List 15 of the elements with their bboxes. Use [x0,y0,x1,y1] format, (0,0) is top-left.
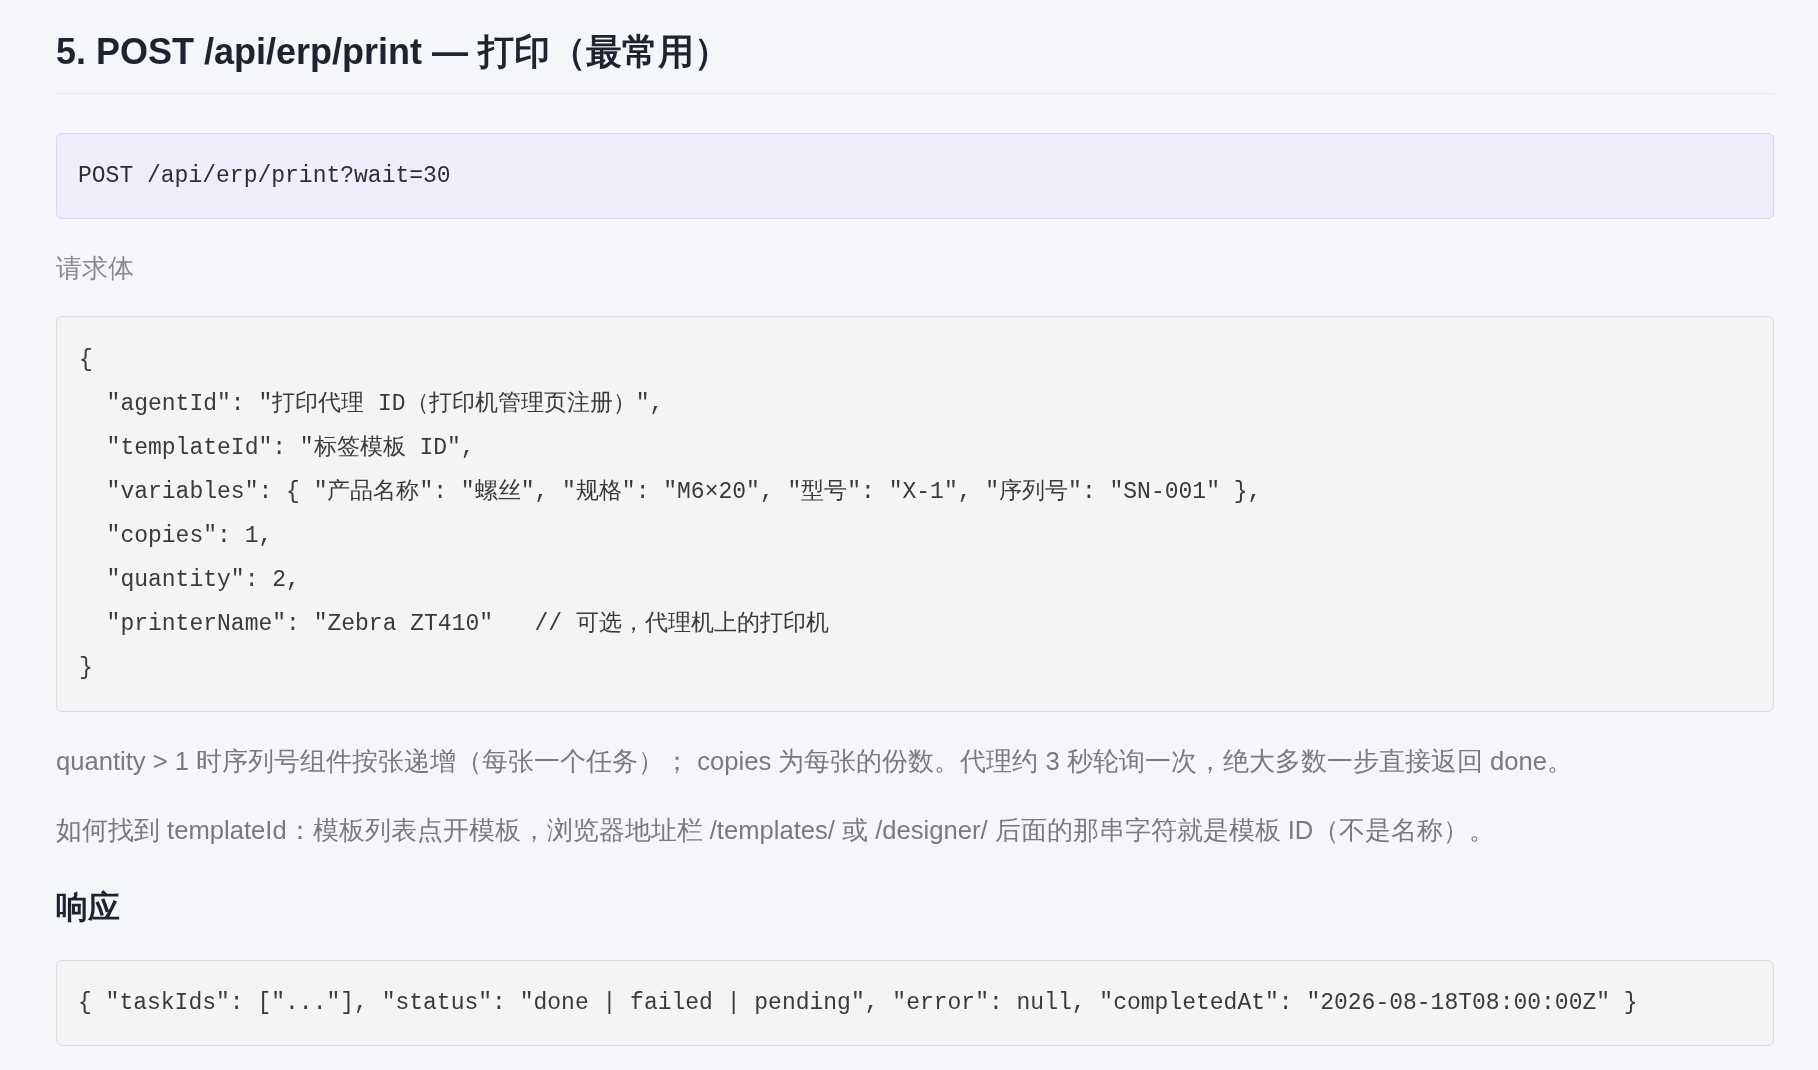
note-paragraph: quantity > 1 时序列号组件按张递增（每张一个任务）； copies 为每张的份数。代理约 3 秒轮询一次，绝大多数一步直接返回 done。 [56,746,1574,777]
endpoint-code: POST /api/erp/print?wait=30 [56,133,1774,219]
code-line: "printerName": "Zebra ZT410" // 可选，代理机上的打印机 [105,611,829,637]
code-line: "variables": { "产品名称": "螺丝", "规格": "M6×20", "型号": "X-1", "序列号": "SN-001" }, [105,479,1262,505]
section-title: 5. POST /api/erp/print — 打印（最常用） [56,30,1774,94]
code-line: "quantity": 2, [105,567,300,593]
code-line: "copies": 1, [105,523,273,549]
response-heading: 响应 [56,888,121,927]
code-line: } [79,655,93,681]
code-line: { [79,347,93,373]
response-code: { "taskIds": ["..."], "status": "done | failed | pending", "error": null, "completedAt": "2026-08-18T08:00:00Z" } [56,960,1774,1046]
code-line: "agentId": "打印代理 ID（打印机管理页注册）", [105,391,664,417]
note-paragraph: 如何找到 templateId：模板列表点开模板，浏览器地址栏 /templates/ 或 /designer/ 后面的那串字符就是模板 ID（不是名称）。 [56,815,1497,846]
request-body-label: 请求体 [56,253,135,284]
code-line: "templateId": "标签模板 ID", [105,435,475,461]
